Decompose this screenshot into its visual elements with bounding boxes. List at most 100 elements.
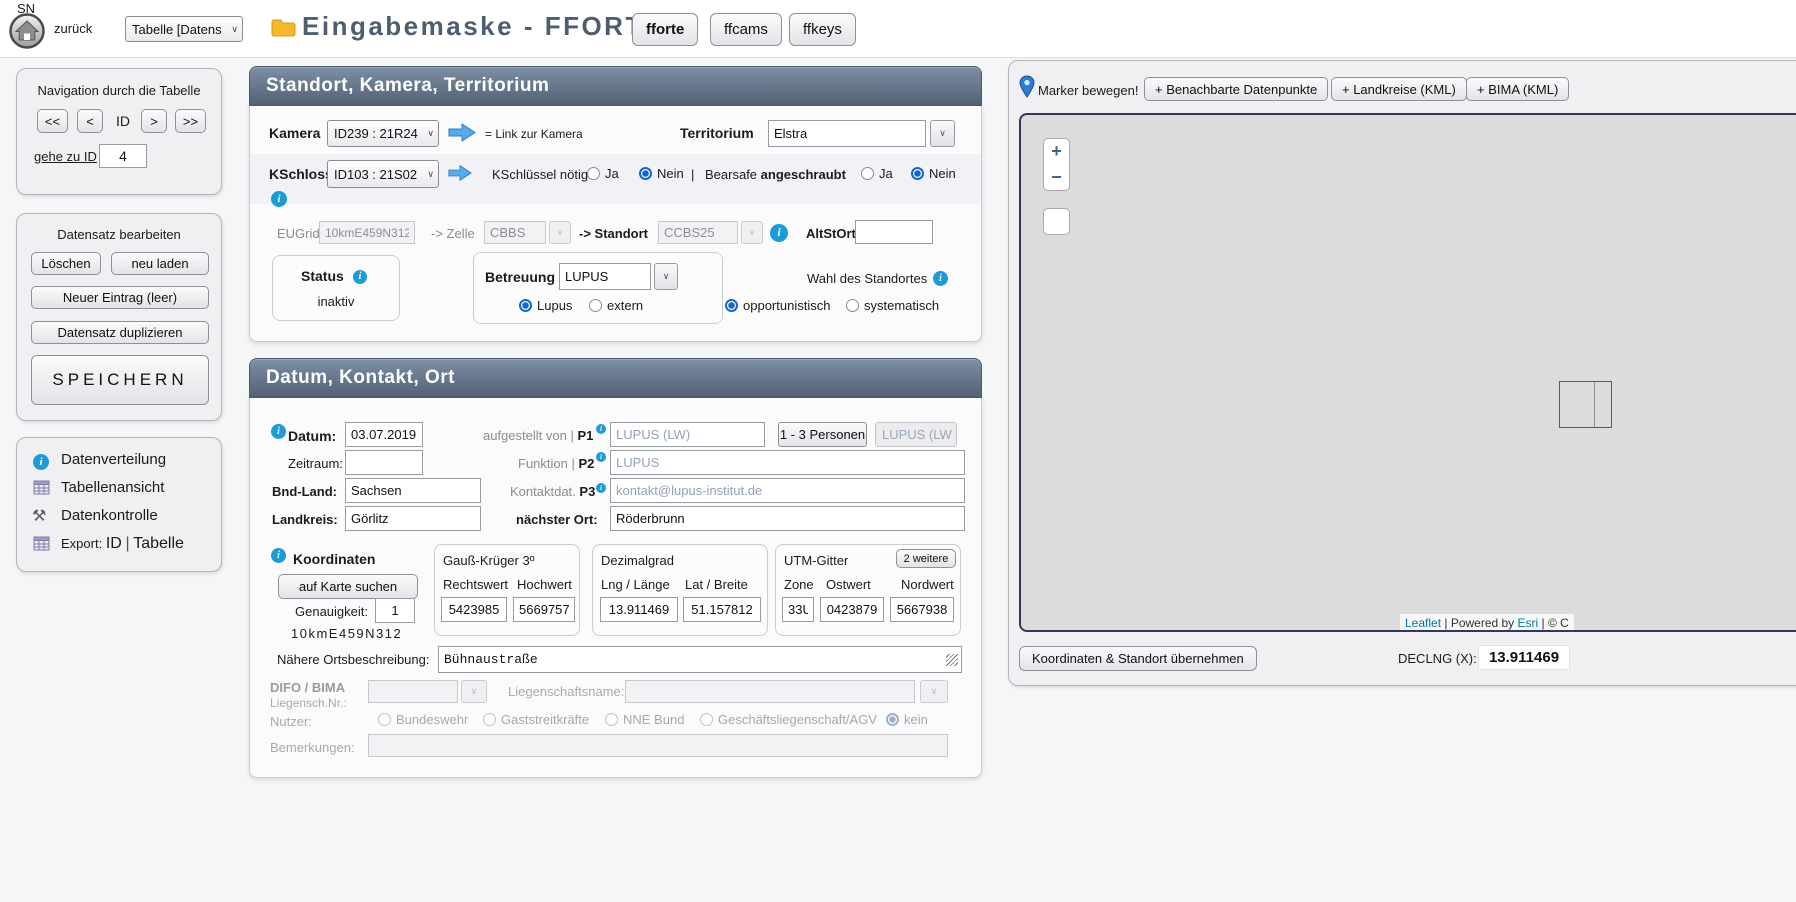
- p1-select[interactable]: LUPUS (LW ∨: [875, 422, 957, 447]
- chevron-down-icon: ∨: [231, 24, 238, 35]
- data-control-link[interactable]: Datenkontrolle: [61, 507, 158, 524]
- reload-button[interactable]: neu laden: [111, 252, 209, 275]
- gk-hochwert-input[interactable]: [513, 597, 575, 622]
- link-arrow-icon[interactable]: [447, 122, 477, 148]
- kschloss-info-icon[interactable]: i: [271, 189, 287, 207]
- apply-coordinates-button[interactable]: Koordinaten & Standort übernehmen: [1019, 646, 1257, 671]
- record-title: Datensatz bearbeiten: [17, 227, 221, 242]
- export-table-link[interactable]: Tabelle: [133, 535, 184, 552]
- export-table-icon: [33, 536, 50, 556]
- genauigkeit-input[interactable]: [375, 598, 415, 623]
- radio-bearsafe-nein[interactable]: Nein: [911, 166, 956, 181]
- personen-button[interactable]: 1 - 3 Personen: [778, 422, 867, 447]
- zeitraum-input[interactable]: [345, 450, 423, 475]
- map-extra-button[interactable]: [1043, 208, 1070, 235]
- radio-nutzer-gaststreitkraefte: Gaststreitkräfte: [483, 712, 589, 727]
- landkreise-kml-button[interactable]: + Landkreise (KML): [1331, 77, 1467, 101]
- ortsbeschreibung-textarea[interactable]: [438, 646, 962, 673]
- export-id-link[interactable]: ID: [106, 535, 122, 552]
- radio-bearsafe-ja[interactable]: Ja: [861, 166, 893, 181]
- landkreis-input[interactable]: [345, 506, 481, 531]
- map-canvas[interactable]: + − Leaflet | Powered by Esri | © C: [1019, 113, 1796, 632]
- standort-input: [658, 221, 738, 244]
- resize-handle[interactable]: [946, 654, 958, 666]
- table-select[interactable]: Tabelle [Datens ∨: [125, 16, 243, 42]
- utm-title: UTM-Gitter: [784, 553, 848, 568]
- duplicate-button[interactable]: Datensatz duplizieren: [31, 321, 209, 344]
- koordinaten-info-icon[interactable]: i: [271, 545, 286, 563]
- utm-box: UTM-Gitter 2 weitere Zone Ostwert Nordwe…: [775, 544, 961, 636]
- bndland-input[interactable]: [345, 478, 481, 503]
- kamera-select[interactable]: ID239 : 21R24 ∨: [327, 120, 439, 147]
- app-button-ffkeys[interactable]: ffkeys: [789, 13, 856, 46]
- utm-col3-label: Nordwert: [901, 577, 954, 592]
- datum-info-icon[interactable]: i: [271, 421, 286, 439]
- utm-nordwert-input[interactable]: [890, 597, 954, 622]
- dg-lng-input[interactable]: [600, 597, 678, 622]
- radio-betreuung-lupus[interactable]: Lupus: [519, 298, 572, 313]
- p3-input[interactable]: [610, 478, 965, 503]
- territorium-input[interactable]: [768, 120, 926, 147]
- navigation-box: Navigation durch die Tabelle << < ID > >…: [16, 68, 222, 195]
- p3-info-icon[interactable]: i: [596, 477, 606, 495]
- data-distribution-link[interactable]: Datenverteilung: [61, 451, 166, 468]
- new-entry-button[interactable]: Neuer Eintrag (leer): [31, 286, 209, 309]
- eugrid-info-icon[interactable]: i: [770, 223, 788, 242]
- panel-datum: Datum, Kontakt, Ort i Datum: aufgestellt…: [249, 358, 982, 778]
- kschloss-select[interactable]: ID103 : 21S02 ∨: [327, 160, 439, 188]
- panel-datum-header: Datum, Kontakt, Ort: [249, 358, 982, 398]
- nav-last-button[interactable]: >>: [175, 109, 206, 133]
- map-attribution: Leaflet | Powered by Esri | © C: [1400, 614, 1574, 632]
- page-title: Eingabemaske - FFORTE: [302, 11, 664, 42]
- liegensch-nr-input: [368, 680, 458, 703]
- table-view-link[interactable]: Tabellenansicht: [61, 479, 164, 496]
- esri-link[interactable]: Esri: [1518, 616, 1539, 630]
- map-search-button[interactable]: auf Karte suchen: [278, 574, 418, 599]
- nav-next-button[interactable]: >: [141, 109, 167, 133]
- wahl-info-icon[interactable]: i: [933, 268, 948, 286]
- dg-lat-input[interactable]: [683, 597, 761, 622]
- utm-more-button[interactable]: 2 weitere: [896, 549, 956, 568]
- zoom-in-button[interactable]: +: [1043, 138, 1070, 165]
- radio-label: Nein: [657, 166, 684, 181]
- p3-label: Kontaktdat. P3: [510, 484, 595, 499]
- top-header: SN zurück Tabelle [Datens ∨ Eingabemaske…: [0, 0, 1796, 58]
- home-icon[interactable]: [8, 12, 46, 55]
- nav-first-button[interactable]: <<: [37, 109, 68, 133]
- app-button-ffcams[interactable]: ffcams: [710, 13, 782, 46]
- radio-kschluessel-ja[interactable]: Ja: [587, 166, 619, 181]
- datum-input[interactable]: [345, 422, 423, 447]
- status-info-icon[interactable]: i: [353, 266, 367, 284]
- territorium-dropdown-button[interactable]: ∨: [930, 120, 955, 147]
- altstort-input[interactable]: [855, 220, 933, 244]
- betreuung-input[interactable]: [559, 263, 651, 290]
- kschloss-arrow-icon[interactable]: [447, 164, 473, 187]
- utm-zone-input[interactable]: [782, 597, 814, 622]
- app-button-fforte[interactable]: fforte: [632, 13, 698, 46]
- p2-input[interactable]: [610, 450, 965, 475]
- p1-info-icon[interactable]: i: [596, 418, 606, 436]
- goto-id-input[interactable]: [99, 144, 147, 168]
- nav-prev-button[interactable]: <: [77, 109, 103, 133]
- radio-wahl-systematisch[interactable]: systematisch: [846, 298, 939, 313]
- back-link[interactable]: zurück: [54, 21, 92, 36]
- bima-kml-button[interactable]: + BIMA (KML): [1466, 77, 1569, 101]
- p1-input[interactable]: [610, 422, 765, 447]
- gk-rechtswert-input[interactable]: [441, 597, 507, 622]
- export-label: Export:: [61, 536, 102, 551]
- leaflet-link[interactable]: Leaflet: [1405, 616, 1441, 630]
- radio-betreuung-extern[interactable]: extern: [589, 298, 643, 313]
- save-button[interactable]: SPEICHERN: [31, 355, 209, 405]
- panel-datum-title: Datum, Kontakt, Ort: [266, 367, 455, 389]
- p2-info-icon[interactable]: i: [596, 446, 606, 464]
- delete-button[interactable]: Löschen: [31, 252, 101, 275]
- zoom-out-button[interactable]: −: [1043, 164, 1070, 191]
- radio-wahl-opportunistisch[interactable]: opportunistisch: [725, 298, 830, 313]
- utm-ostwert-input[interactable]: [820, 597, 884, 622]
- betreuung-dropdown-button[interactable]: ∨: [654, 263, 678, 290]
- radio-kschluessel-nein[interactable]: Nein: [639, 166, 684, 181]
- goto-id-link[interactable]: gehe zu ID: [34, 149, 97, 164]
- ort-input[interactable]: [610, 506, 965, 531]
- panel-standort: Standort, Kamera, Territorium Kamera ID2…: [249, 66, 982, 342]
- neighbor-points-button[interactable]: + Benachbarte Datenpunkte: [1144, 77, 1328, 101]
